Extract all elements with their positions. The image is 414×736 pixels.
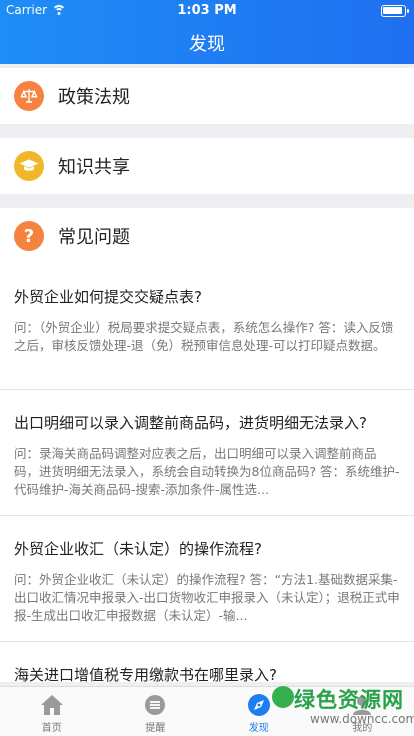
section-knowledge[interactable]: 知识共享 — [0, 138, 414, 194]
section-label: 常见问题 — [58, 227, 130, 248]
faq-question: 海关进口增值税专用缴款书在哪里录入? — [14, 666, 277, 682]
page-title: 发现 — [189, 34, 225, 55]
scale-icon — [14, 81, 44, 111]
faq-answer: 问：录海关商品码调整对应表之后，出口明细可以录入调整前商品码，进货明细无法录入，… — [14, 446, 400, 497]
list-item[interactable]: 出口明细可以录入调整前商品码，进货明细无法录入? 问：录海关商品码调整对应表之后… — [0, 390, 414, 516]
list-item[interactable]: 外贸企业收汇（未认定）的操作流程? 问：外贸企业收汇（未认定）的操作流程? 答：… — [0, 516, 414, 642]
tab-profile[interactable]: 我的 — [311, 687, 414, 736]
graduation-cap-icon — [14, 151, 44, 181]
tab-bar: 首页 提醒 发现 我的 — [0, 686, 414, 736]
section-faq[interactable]: ? 常见问题 — [0, 208, 414, 264]
faq-question: 外贸企业如何提交交疑点表? — [14, 288, 202, 306]
section-label: 知识共享 — [58, 157, 130, 178]
header: Carrier 1:03 PM 发现 — [0, 0, 414, 64]
home-icon — [39, 693, 65, 717]
faq-question: 外贸企业收汇（未认定）的操作流程? — [14, 540, 262, 558]
tab-discover[interactable]: 发现 — [207, 687, 311, 736]
section-label: 政策法规 — [58, 87, 130, 108]
tab-reminder[interactable]: 提醒 — [104, 687, 208, 736]
tab-label: 我的 — [352, 723, 373, 734]
faq-answer: 问：（外贸企业）税局要求提交疑点表，系统怎么操作? 答：读入反馈之后，审核反馈处… — [14, 320, 394, 353]
battery-icon — [381, 5, 409, 17]
tab-home[interactable]: 首页 — [0, 687, 104, 736]
faq-list: 外贸企业如何提交交疑点表? 问：（外贸企业）税局要求提交疑点表，系统怎么操作? … — [0, 264, 414, 682]
list-item[interactable]: 外贸企业如何提交交疑点表? 问：（外贸企业）税局要求提交疑点表，系统怎么操作? … — [0, 264, 414, 390]
tab-label: 首页 — [41, 723, 62, 734]
reminder-icon — [142, 693, 168, 717]
question-icon: ? — [14, 221, 44, 251]
status-time: 1:03 PM — [177, 3, 237, 18]
section-policy[interactable]: 政策法规 — [0, 68, 414, 124]
status-bar: Carrier 1:03 PM — [0, 0, 414, 22]
faq-question: 出口明细可以录入调整前商品码，进货明细无法录入? — [14, 414, 367, 432]
list-item[interactable]: 海关进口增值税专用缴款书在哪里录入? — [0, 642, 414, 682]
discover-icon — [246, 693, 272, 717]
faq-answer: 问：外贸企业收汇（未认定）的操作流程? 答：“方法1.基础数据采集-出口收汇情况… — [14, 572, 400, 623]
tab-label: 提醒 — [145, 723, 166, 734]
profile-icon — [349, 693, 375, 717]
tab-label: 发现 — [248, 723, 269, 734]
